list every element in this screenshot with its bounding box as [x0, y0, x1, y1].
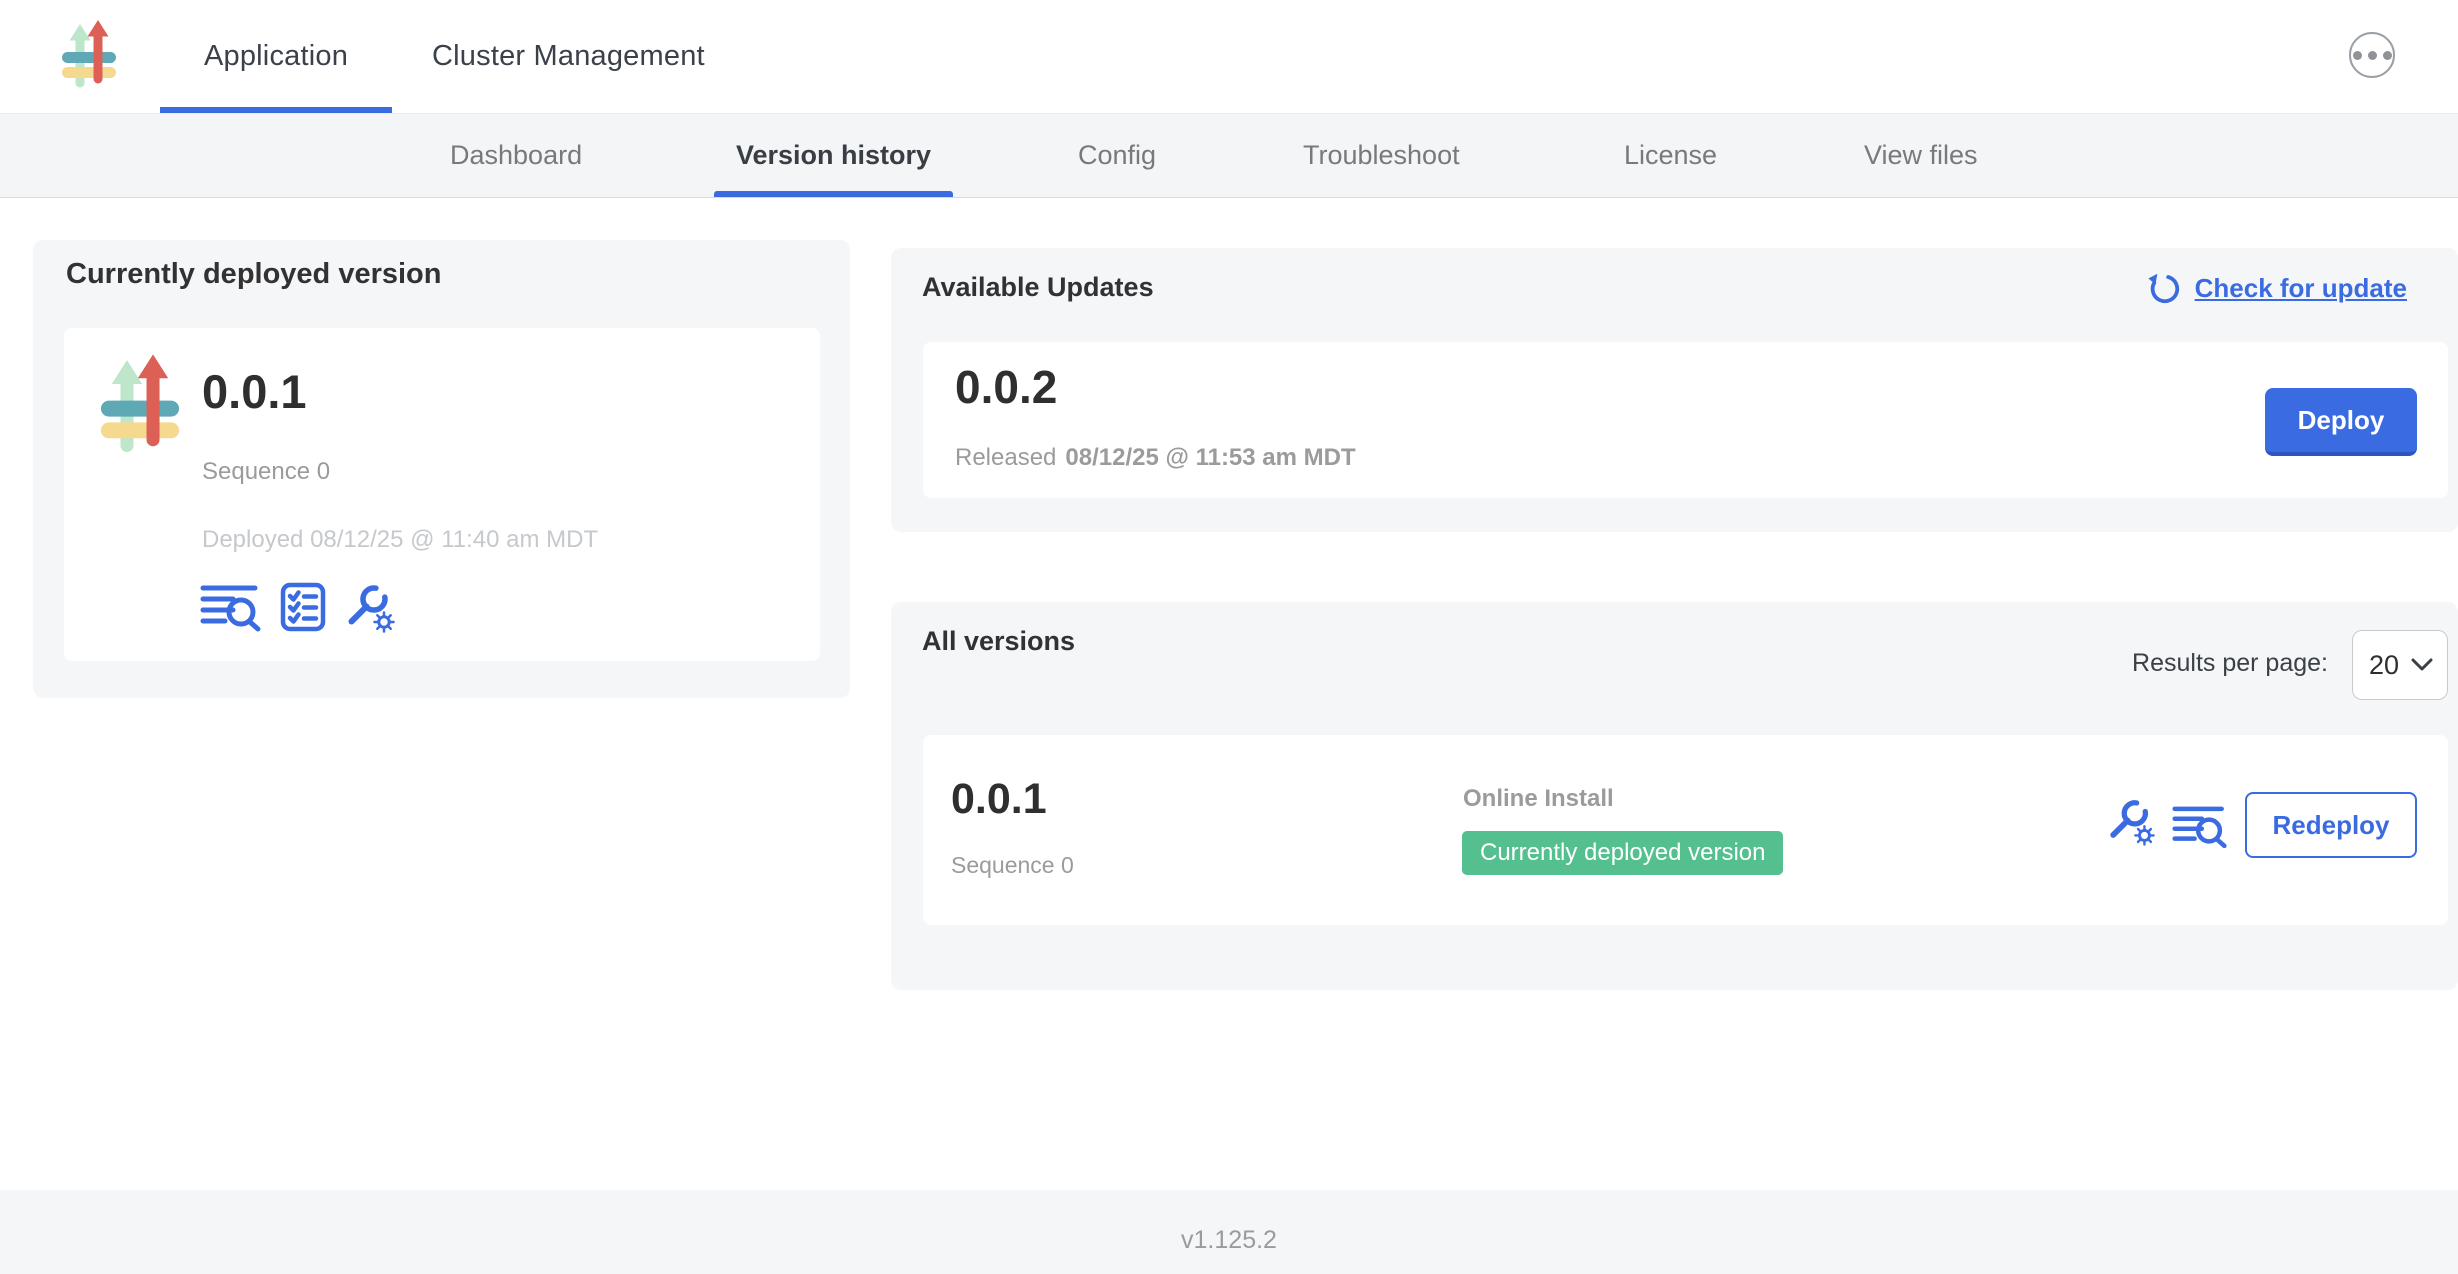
- ellipsis-icon: [2353, 51, 2362, 60]
- edit-config-icon[interactable]: [344, 580, 396, 634]
- row-version-number: 0.0.1: [951, 775, 1047, 824]
- currently-deployed-card: Currently deployed version 0.0.1 Sequenc…: [33, 240, 850, 698]
- top-tab-cluster-management[interactable]: Cluster Management: [424, 0, 713, 113]
- results-per-page-value: 20: [2369, 650, 2399, 681]
- deployed-version-actions: [200, 580, 396, 634]
- released-prefix: Released: [955, 444, 1056, 471]
- results-per-page-select[interactable]: 20: [2352, 630, 2448, 700]
- all-versions-card: All versions Results per page: 20 0.0.1 …: [891, 602, 2458, 990]
- console-version-label: v1.125.2: [1181, 1226, 1277, 1255]
- deploy-logs-icon[interactable]: [200, 582, 262, 632]
- check-for-update-label: Check for update: [2195, 273, 2407, 304]
- deployed-version-number: 0.0.1: [202, 364, 307, 419]
- available-update-row: 0.0.2 Released 08/12/25 @ 11:53 am MDT De…: [923, 342, 2448, 498]
- edit-config-icon[interactable]: [2106, 795, 2156, 847]
- available-updates-card: Available Updates Check for update 0.0.2…: [891, 248, 2458, 532]
- top-nav: Application Cluster Management: [0, 0, 2458, 114]
- row-sequence: Sequence 0: [951, 852, 1074, 879]
- currently-deployed-version-panel: 0.0.1 Sequence 0 Deployed 08/12/25 @ 11:…: [64, 328, 820, 661]
- subnav-tab-config[interactable]: Config: [1078, 114, 1156, 197]
- deploy-logs-icon[interactable]: [2172, 803, 2228, 849]
- subnav-tab-dashboard[interactable]: Dashboard: [450, 114, 582, 197]
- preflight-checks-icon[interactable]: [280, 582, 326, 632]
- update-released-timestamp: Released 08/12/25 @ 11:53 am MDT: [955, 444, 1356, 472]
- overflow-menu-button[interactable]: [2349, 32, 2395, 78]
- update-version-number: 0.0.2: [955, 360, 1057, 414]
- main-content: Currently deployed version 0.0.1 Sequenc…: [0, 198, 2458, 1190]
- released-date: 08/12/25 @ 11:53 am MDT: [1065, 444, 1355, 471]
- subnav-tab-troubleshoot[interactable]: Troubleshoot: [1303, 114, 1460, 197]
- page-footer: v1.125.2: [0, 1190, 2458, 1274]
- results-per-page-label: Results per page:: [2132, 649, 2328, 678]
- row-install-type: Online Install: [1463, 785, 1614, 813]
- currently-deployed-title: Currently deployed version: [66, 258, 442, 291]
- subnav-tab-view-files[interactable]: View files: [1864, 114, 1978, 197]
- check-for-update-link[interactable]: Check for update: [2146, 270, 2407, 306]
- deployed-sequence: Sequence 0: [202, 458, 330, 486]
- chevron-down-icon: [2411, 658, 2433, 672]
- all-versions-title: All versions: [922, 626, 1075, 657]
- currently-deployed-badge: Currently deployed version: [1462, 831, 1783, 875]
- redeploy-button[interactable]: Redeploy: [2245, 792, 2417, 858]
- app-logo-icon: [98, 350, 182, 460]
- top-tab-application-label: Application: [204, 40, 348, 73]
- available-updates-title: Available Updates: [922, 272, 1154, 303]
- kots-admin-console: Application Cluster Management Dashboard…: [0, 0, 2458, 1274]
- subnav-tab-license[interactable]: License: [1624, 114, 1717, 197]
- deployed-timestamp: Deployed 08/12/25 @ 11:40 am MDT: [202, 526, 598, 554]
- top-tab-application[interactable]: Application: [160, 0, 392, 113]
- app-subnav: Dashboard Version history Config Trouble…: [0, 114, 2458, 198]
- subnav-tab-version-history[interactable]: Version history: [736, 114, 931, 197]
- version-row: 0.0.1 Sequence 0 Online Install Currentl…: [923, 735, 2448, 925]
- refresh-icon: [2146, 270, 2182, 306]
- deploy-button[interactable]: Deploy: [2265, 388, 2417, 456]
- top-tab-cluster-management-label: Cluster Management: [432, 40, 705, 73]
- app-logo-icon: [60, 17, 118, 93]
